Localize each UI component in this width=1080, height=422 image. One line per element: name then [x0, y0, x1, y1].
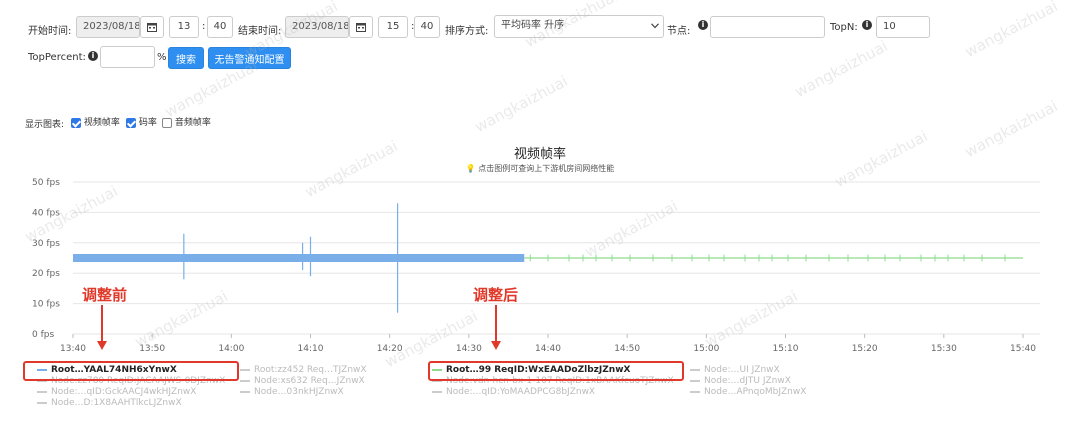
start-date-calendar-button[interactable] — [140, 16, 164, 38]
legend-swatch — [240, 368, 250, 371]
end-date-calendar-button[interactable] — [349, 16, 373, 38]
legend-item[interactable]: Node:…qID:YoMAADPCG8bJZnwX — [432, 387, 595, 397]
start-time-label: 开始时间: — [28, 26, 72, 37]
legend-item[interactable]: Node:…dJTU JZnwX — [690, 376, 791, 386]
x-tick-label: 15:20 — [852, 344, 878, 354]
x-tick-label: 13:40 — [60, 344, 86, 354]
legend-swatch — [240, 390, 250, 393]
legend-swatch — [690, 368, 700, 371]
x-tick-label: 15:30 — [931, 344, 957, 354]
x-tick-label: 14:10 — [298, 344, 324, 354]
node-info-icon: i — [698, 20, 708, 30]
legend-label: Node:…qID:GckAACJ4wkHJZnwX — [51, 387, 197, 397]
legend-label: Node…D:1X8AAHTlkcLJZnwX — [51, 398, 182, 408]
legend-swatch — [37, 390, 47, 393]
legend-item[interactable]: Node:xs632 Req…JZnwX — [240, 376, 365, 386]
display-charts-label: 显示图表: — [25, 120, 65, 130]
x-tick-label: 13:50 — [139, 344, 165, 354]
x-tick-label: 15:00 — [693, 344, 719, 354]
x-tick-label: 14:40 — [535, 344, 561, 354]
chart-title: 视频帧率 — [513, 147, 566, 162]
y-tick-label: 30 fps — [32, 239, 60, 249]
video-fps-label: 视频帧率 — [83, 118, 120, 128]
video-fps-chart: 0 fps 10 fps 20 fps 30 fps 40 fps 50 fps 13:40… — [32, 178, 1040, 354]
start-date-input[interactable]: 2023/08/18 — [76, 16, 140, 38]
audio-fps-checkbox[interactable] — [162, 117, 172, 128]
legend-label: Node…03nkHJZnwX — [254, 387, 344, 397]
alert-config-button[interactable]: 无告警通知配置 — [208, 47, 291, 69]
node-input[interactable] — [710, 16, 825, 38]
legend-label: Node:…dJTU JZnwX — [704, 376, 791, 386]
y-tick-label: 50 fps — [32, 178, 60, 188]
annotation-before: 调整前 — [82, 286, 128, 304]
end-hour-input[interactable]: 15 — [378, 16, 408, 38]
legend-item[interactable]: Node…03nkHJZnwX — [240, 387, 344, 397]
x-tick-label: 14:00 — [218, 344, 244, 354]
end-time-label: 结束时间: — [238, 26, 282, 37]
start-minute-input[interactable]: 40 — [207, 16, 233, 38]
watermark-text: wangkaizhuai — [961, 0, 1061, 62]
legend-item[interactable]: Root:zz452 Req…TJZnwX — [240, 365, 367, 375]
end-minute-input[interactable]: 40 — [414, 16, 440, 38]
legend-item[interactable]: Node:…UI JZnwX — [690, 365, 780, 375]
calendar-icon — [356, 23, 366, 32]
percent-sign: % — [157, 52, 167, 63]
x-tick-label: 14:50 — [614, 344, 640, 354]
bitrate-checkbox[interactable] — [126, 117, 136, 128]
watermark-text: wangkaizhuai — [791, 36, 891, 102]
x-tick-label: 15:10 — [773, 344, 799, 354]
legend-item[interactable]: Node…D:1X8AAHTlkcLJZnwX — [37, 398, 182, 408]
search-button[interactable]: 搜索 — [168, 47, 204, 69]
legend-swatch — [240, 379, 250, 382]
sort-label: 排序方式: — [445, 26, 489, 37]
legend-item[interactable]: Node…APnqoMbJZnwX — [690, 387, 806, 397]
legend-label: Node…APnqoMbJZnwX — [704, 387, 807, 397]
legend-label: Root:zz452 Req…TJZnwX — [254, 365, 367, 375]
y-tick-label: 20 fps — [32, 269, 60, 279]
arrow-down-icon — [97, 305, 107, 350]
highlight-box-after — [428, 361, 684, 381]
x-tick-label: 14:20 — [377, 344, 403, 354]
topn-input[interactable]: 10 — [876, 16, 930, 38]
chevron-down-icon — [651, 23, 659, 29]
legend-label: Node:…qID:YoMAADPCG8bJZnwX — [446, 387, 596, 397]
toppercent-label: TopPercent: — [28, 52, 86, 63]
display-option-audio-fps[interactable]: 音频帧率 — [162, 115, 211, 128]
video-fps-checkbox[interactable] — [71, 117, 81, 128]
y-tick-label: 10 fps — [32, 300, 60, 310]
toppercent-input[interactable] — [100, 46, 155, 68]
sort-select[interactable]: 平均码率 升序 — [494, 15, 664, 38]
legend-swatch — [37, 401, 47, 404]
legend-label: Node:…UI JZnwX — [704, 365, 780, 375]
legend-swatch — [432, 390, 442, 393]
legend-swatch — [690, 390, 700, 393]
calendar-icon — [147, 23, 157, 32]
toppercent-info-icon: i — [88, 51, 98, 61]
bitrate-label: 码率 — [138, 118, 157, 128]
audio-fps-label: 音频帧率 — [174, 118, 211, 128]
display-option-bitrate[interactable]: 码率 — [126, 115, 157, 128]
end-date-input[interactable]: 2023/08/18 — [285, 16, 349, 38]
start-time-separator: : — [202, 21, 206, 32]
arrow-down-icon — [491, 305, 501, 350]
highlight-box-before — [23, 361, 239, 381]
series-line-before — [73, 254, 525, 262]
display-option-video-fps[interactable]: 视频帧率 — [71, 115, 120, 128]
x-tick-label: 15:40 — [1010, 344, 1036, 354]
start-hour-input[interactable]: 13 — [169, 16, 199, 38]
y-tick-label: 0 fps — [32, 330, 54, 340]
sort-select-value: 平均码率 升序 — [501, 20, 565, 31]
topn-info-icon: i — [862, 20, 872, 30]
legend-swatch — [690, 379, 700, 382]
topn-label: TopN: — [830, 22, 858, 33]
annotation-after: 调整后 — [473, 286, 519, 304]
legend-item[interactable]: Node:…qID:GckAACJ4wkHJZnwX — [37, 387, 196, 397]
x-tick-label: 14:30 — [456, 344, 482, 354]
watermark-text: wangkaizhuai — [471, 71, 571, 137]
legend-label: Node:xs632 Req…JZnwX — [254, 376, 365, 386]
node-label: 节点: — [667, 26, 691, 37]
y-tick-label: 40 fps — [32, 208, 60, 218]
